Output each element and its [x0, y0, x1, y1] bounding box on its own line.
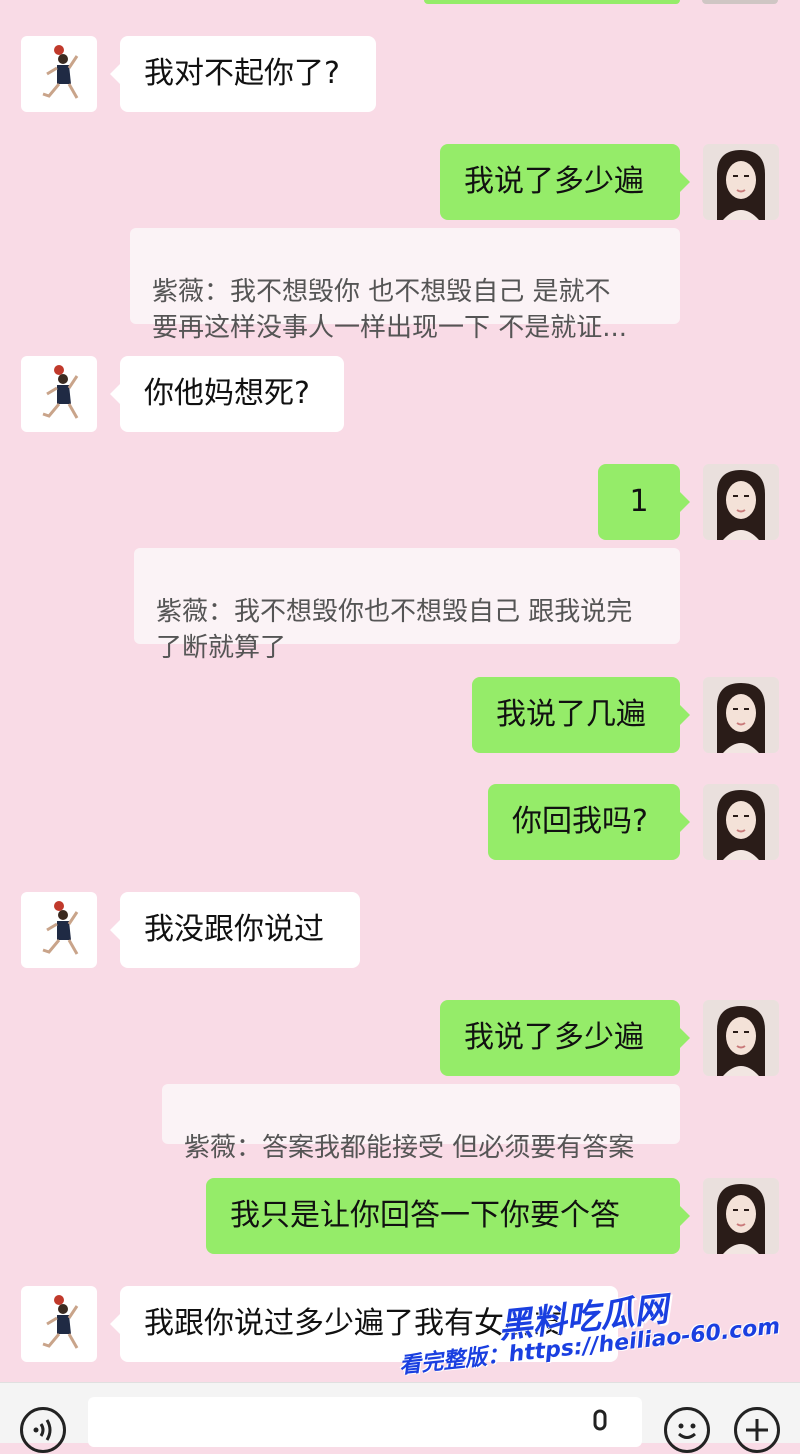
woman-portrait-icon — [703, 677, 779, 753]
message-input[interactable] — [88, 1397, 642, 1447]
quoted-text: 紫薇：答案我都能接受 但必须要有答案 — [184, 1133, 635, 1163]
voice-icon — [33, 1419, 52, 1441]
woman-portrait-icon — [703, 1000, 779, 1076]
avatar-self[interactable] — [703, 677, 779, 753]
basketball-player-icon — [42, 45, 79, 99]
message-bubble[interactable]: 你他妈想死? — [110, 356, 344, 432]
message-bubble[interactable]: 我说了多少遍 — [440, 1000, 690, 1076]
message-bubble[interactable]: 你回我吗? — [488, 784, 690, 860]
quoted-text: 紫薇：我不想毁你也不想毁自己 跟我说完 了断就算了 — [156, 597, 633, 663]
message-text: 你他妈想死? — [144, 376, 310, 411]
emoji-icon — [678, 1423, 696, 1439]
avatar-contact[interactable] — [21, 36, 97, 112]
basketball-player-icon — [42, 365, 79, 419]
quoted-message[interactable]: 紫薇：答案我都能接受 但必须要有答案 — [162, 1084, 680, 1163]
voice-button[interactable] — [20, 1407, 66, 1453]
chat-area: 我对不起你了? 我说了多少遍 紫薇：我不想毁你 也不想毁自己 是就不 要再这样没… — [0, 0, 800, 1382]
message-bubble[interactable]: 我说了多少遍 — [440, 144, 690, 220]
message-text: 我只是让你回答一下你要个答 — [230, 1198, 620, 1233]
avatar-contact[interactable] — [21, 356, 97, 432]
basketball-player-icon — [42, 1295, 79, 1349]
woman-portrait-icon — [703, 464, 779, 540]
avatar-self[interactable] — [703, 144, 779, 220]
quoted-message[interactable]: 紫薇：我不想毁你也不想毁自己 跟我说完 了断就算了 — [134, 548, 680, 663]
more-button[interactable] — [734, 1407, 780, 1453]
previous-message-edge — [424, 0, 680, 4]
microphone-icon[interactable] — [588, 1407, 612, 1447]
avatar-self[interactable] — [703, 464, 779, 540]
input-bar — [0, 1382, 800, 1453]
message-text: 我没跟你说过 — [144, 912, 324, 947]
avatar-self[interactable] — [703, 1178, 779, 1254]
message-bubble[interactable]: 1 — [598, 464, 690, 540]
avatar-self[interactable] — [703, 784, 779, 860]
message-bubble[interactable]: 我说了几遍 — [472, 677, 690, 753]
woman-portrait-icon — [703, 144, 779, 220]
message-text: 我说了几遍 — [496, 697, 646, 732]
message-text: 我对不起你了? — [144, 56, 340, 91]
plus-icon — [746, 1419, 768, 1441]
message-bubble[interactable]: 我只是让你回答一下你要个答 — [206, 1178, 690, 1254]
message-text: 我说了多少遍 — [464, 164, 644, 199]
message-bubble[interactable]: 我没跟你说过 — [110, 892, 360, 968]
message-text: 我说了多少遍 — [464, 1020, 644, 1055]
quoted-text: 紫薇：我不想毁你 也不想毁自己 是就不 要再这样没事人一样出现一下 不是就证..… — [152, 277, 628, 343]
woman-portrait-icon — [703, 1178, 779, 1254]
woman-portrait-icon — [703, 784, 779, 860]
message-text: 你回我吗? — [512, 804, 648, 839]
previous-avatar-edge — [702, 0, 778, 4]
basketball-player-icon — [42, 901, 79, 955]
message-text: 1 — [629, 484, 649, 519]
avatar-self[interactable] — [703, 1000, 779, 1076]
avatar-contact[interactable] — [21, 1286, 97, 1362]
avatar-contact[interactable] — [21, 892, 97, 968]
emoji-button[interactable] — [664, 1407, 710, 1453]
quoted-message[interactable]: 紫薇：我不想毁你 也不想毁自己 是就不 要再这样没事人一样出现一下 不是就证..… — [130, 228, 680, 343]
message-bubble[interactable]: 我对不起你了? — [110, 36, 376, 112]
